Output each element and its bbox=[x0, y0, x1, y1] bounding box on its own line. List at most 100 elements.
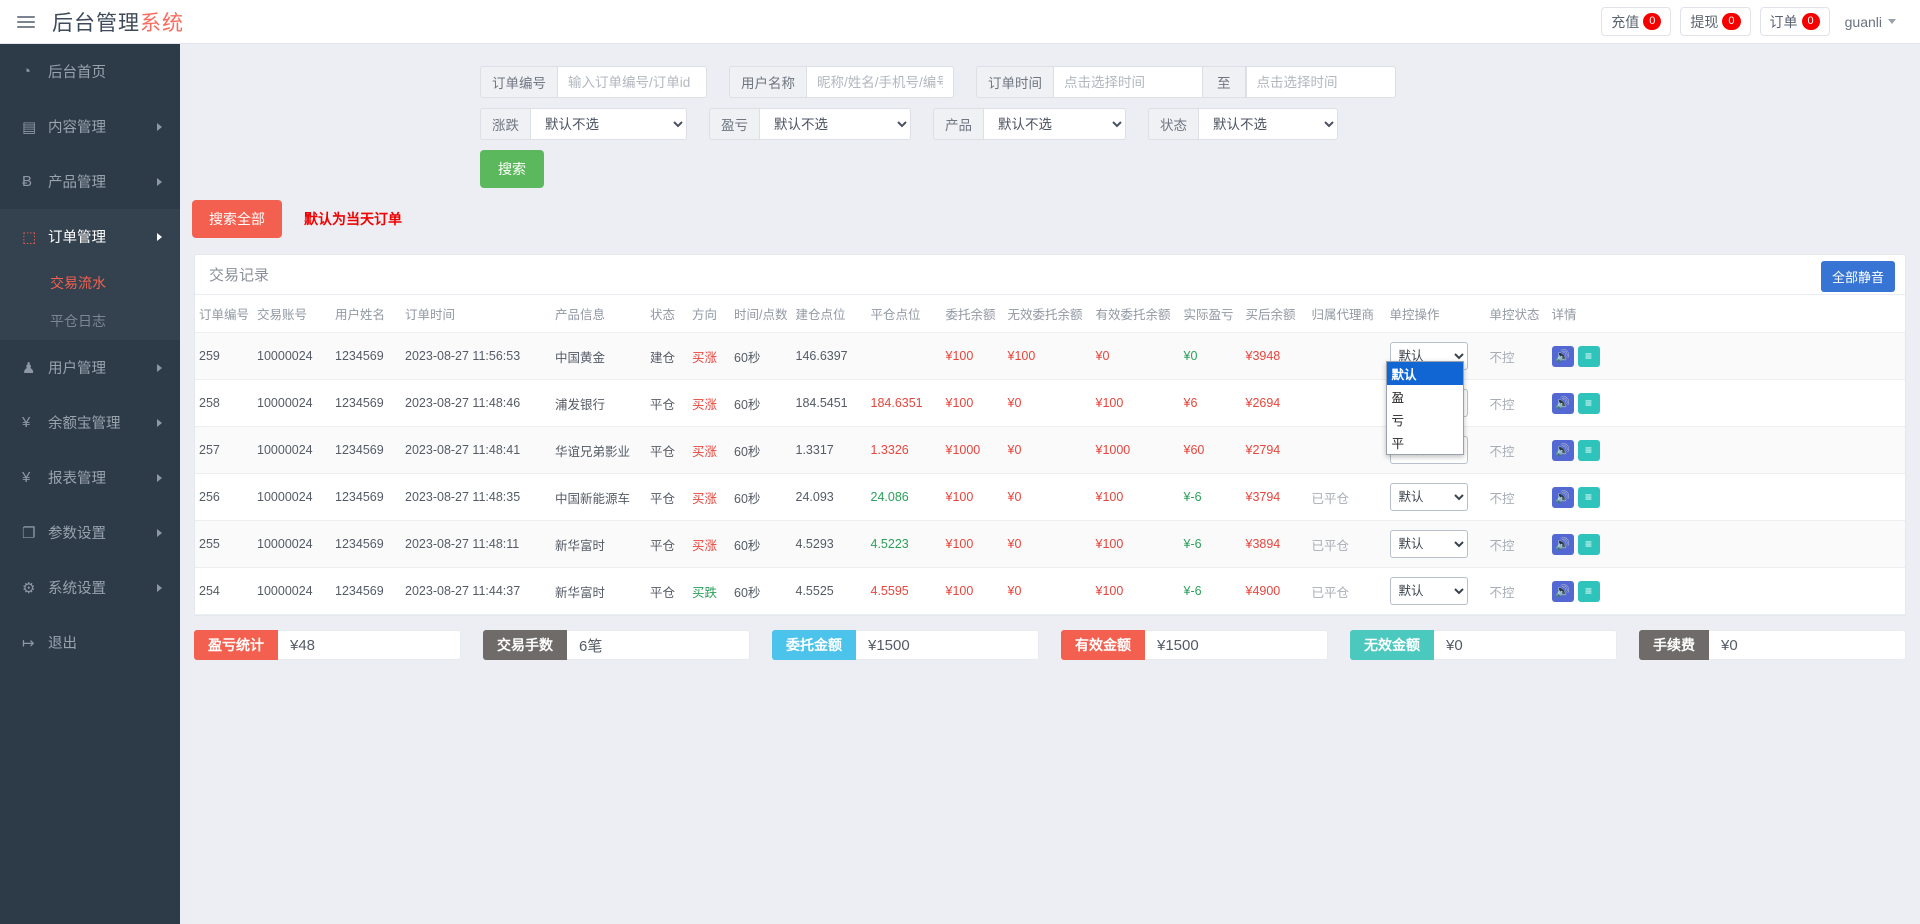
cell-order-no: 254 bbox=[195, 568, 253, 615]
withdraw-badge: 0 bbox=[1722, 13, 1740, 30]
sidebar-item-product[interactable]: Ƀ 产品管理 bbox=[0, 154, 180, 209]
cell-order-no: 256 bbox=[195, 474, 253, 521]
recharge-label: 充值 bbox=[1611, 12, 1639, 32]
cell-actual-profit: ¥0 bbox=[1180, 333, 1242, 380]
dropdown-option[interactable]: 平 bbox=[1387, 431, 1463, 454]
dropdown-option[interactable]: 亏 bbox=[1387, 408, 1463, 431]
control-operation-select[interactable]: 默认 bbox=[1390, 577, 1468, 605]
sound-icon[interactable]: 🔊 bbox=[1552, 534, 1574, 555]
cell-detail-actions: 🔊≡ bbox=[1548, 521, 1906, 568]
orders-label: 订单 bbox=[1770, 12, 1798, 32]
recharge-button[interactable]: 充值 0 bbox=[1601, 7, 1671, 36]
order-time-group: 订单时间 至 bbox=[976, 66, 1396, 98]
product-select[interactable]: 默认不选 bbox=[983, 108, 1126, 140]
cell-entrust-balance: ¥100 bbox=[942, 568, 1004, 615]
dropdown-option[interactable]: 默认 bbox=[1387, 362, 1463, 385]
card-title: 交易记录 bbox=[209, 264, 269, 285]
sound-icon[interactable]: 🔊 bbox=[1552, 346, 1574, 367]
order-no-input[interactable] bbox=[557, 66, 707, 98]
sidebar-item-label: 退出 bbox=[48, 632, 77, 653]
search-row-2: 涨跌 默认不选 盈亏 默认不选 产品 默认不选 状态 默认不选 bbox=[180, 108, 1920, 140]
cell-product: 新华富时 bbox=[551, 568, 646, 615]
recharge-badge: 0 bbox=[1643, 13, 1661, 30]
orders-badge: 0 bbox=[1802, 13, 1820, 30]
control-operation-select[interactable]: 默认 bbox=[1390, 483, 1468, 511]
gear-icon: ⚙ bbox=[22, 579, 48, 597]
status-select[interactable]: 默认不选 bbox=[1198, 108, 1338, 140]
sound-icon[interactable]: 🔊 bbox=[1552, 487, 1574, 508]
sidebar-item-dashboard[interactable]: ◔ 后台首页 bbox=[0, 44, 180, 99]
chevron-right-icon bbox=[157, 529, 162, 537]
sidebar-item-user[interactable]: ♟ 用户管理 bbox=[0, 340, 180, 395]
user-name-input[interactable] bbox=[806, 66, 954, 98]
sidebar-item-system[interactable]: ⚙ 系统设置 bbox=[0, 560, 180, 615]
cell-entrust-balance: ¥100 bbox=[942, 521, 1004, 568]
chevron-right-icon bbox=[157, 178, 162, 186]
sidebar-item-label: 报表管理 bbox=[48, 467, 106, 488]
cell-detail-actions: 🔊≡ bbox=[1548, 380, 1906, 427]
cell-valid-entrust: ¥100 bbox=[1092, 521, 1180, 568]
list-detail-icon[interactable]: ≡ bbox=[1578, 346, 1600, 367]
copy-icon: ❐ bbox=[22, 524, 48, 542]
sidebar-item-params[interactable]: ❐ 参数设置 bbox=[0, 505, 180, 560]
cell-close-point: 4.5223 bbox=[867, 521, 942, 568]
sidebar-item-logout[interactable]: ↦ 退出 bbox=[0, 615, 180, 670]
stat-card: 有效金额¥1500 bbox=[1061, 630, 1328, 660]
withdraw-button[interactable]: 提现 0 bbox=[1680, 7, 1750, 36]
col-detail: 详情 bbox=[1548, 295, 1906, 333]
list-detail-icon[interactable]: ≡ bbox=[1578, 581, 1600, 602]
cell-period: 60秒 bbox=[730, 427, 791, 474]
sidebar-item-close-log[interactable]: 平仓日志 bbox=[0, 302, 180, 340]
table-row: 2571000002412345692023-08-27 11:48:41华谊兄… bbox=[195, 427, 1905, 474]
list-detail-icon[interactable]: ≡ bbox=[1578, 440, 1600, 461]
cell-account: 10000024 bbox=[253, 568, 331, 615]
hamburger-icon[interactable] bbox=[0, 0, 52, 44]
cell-open-point: 184.5451 bbox=[792, 380, 867, 427]
sidebar-item-report[interactable]: ¥ 报表管理 bbox=[0, 450, 180, 505]
control-operation-select[interactable]: 默认 bbox=[1390, 530, 1468, 558]
cell-control-operation: 默认默认盈亏平 bbox=[1386, 333, 1486, 380]
order-time-label: 订单时间 bbox=[976, 66, 1053, 98]
search-button[interactable]: 搜索 bbox=[480, 150, 544, 188]
col-direction: 方向 bbox=[688, 295, 730, 333]
list-detail-icon[interactable]: ≡ bbox=[1578, 393, 1600, 414]
status-group: 状态 默认不选 bbox=[1148, 108, 1338, 140]
cell-close-point: 184.6351 bbox=[867, 380, 942, 427]
sidebar-item-order[interactable]: ⬚ 订单管理 bbox=[0, 209, 180, 264]
cell-status: 平仓 bbox=[646, 568, 688, 615]
sidebar-item-content[interactable]: ▤ 内容管理 bbox=[0, 99, 180, 154]
cell-direction: 买跌 bbox=[688, 568, 730, 615]
search-form: 订单编号 用户名称 订单时间 至 涨跌 默认不选 盈亏 bbox=[180, 44, 1920, 238]
col-user: 用户姓名 bbox=[331, 295, 401, 333]
cell-account: 10000024 bbox=[253, 474, 331, 521]
sound-icon[interactable]: 🔊 bbox=[1552, 393, 1574, 414]
sidebar-item-label: 系统设置 bbox=[48, 577, 106, 598]
mute-all-button[interactable]: 全部静音 bbox=[1821, 261, 1895, 292]
cell-after-balance: ¥3948 bbox=[1242, 333, 1308, 380]
updown-select[interactable]: 默认不选 bbox=[530, 108, 687, 140]
dropdown-option[interactable]: 盈 bbox=[1387, 385, 1463, 408]
cell-detail-actions: 🔊≡ bbox=[1548, 333, 1906, 380]
user-menu[interactable]: guanli bbox=[1839, 14, 1902, 30]
profit-select[interactable]: 默认不选 bbox=[759, 108, 911, 140]
cell-product: 浦发银行 bbox=[551, 380, 646, 427]
order-time-start-input[interactable] bbox=[1053, 66, 1203, 98]
sidebar-item-transaction-flow[interactable]: 交易流水 bbox=[0, 264, 180, 302]
sound-icon[interactable]: 🔊 bbox=[1552, 440, 1574, 461]
stat-value: ¥0 bbox=[1434, 630, 1617, 660]
list-detail-icon[interactable]: ≡ bbox=[1578, 534, 1600, 555]
cell-close-point: 24.086 bbox=[867, 474, 942, 521]
cell-agent: 已平仓 bbox=[1308, 521, 1386, 568]
sound-icon[interactable]: 🔊 bbox=[1552, 581, 1574, 602]
cell-direction: 买涨 bbox=[688, 333, 730, 380]
orders-button[interactable]: 订单 0 bbox=[1760, 7, 1830, 36]
order-time-end-input[interactable] bbox=[1246, 66, 1396, 98]
control-operation-dropdown[interactable]: 默认盈亏平 bbox=[1386, 361, 1464, 455]
cell-control-status: 不控 bbox=[1486, 333, 1548, 380]
cell-control-status: 不控 bbox=[1486, 427, 1548, 474]
search-all-button[interactable]: 搜索全部 bbox=[192, 200, 282, 238]
stat-card: 盈亏统计¥48 bbox=[194, 630, 461, 660]
list-detail-icon[interactable]: ≡ bbox=[1578, 487, 1600, 508]
cell-valid-entrust: ¥100 bbox=[1092, 380, 1180, 427]
sidebar-item-yuebao[interactable]: ¥ 余额宝管理 bbox=[0, 395, 180, 450]
